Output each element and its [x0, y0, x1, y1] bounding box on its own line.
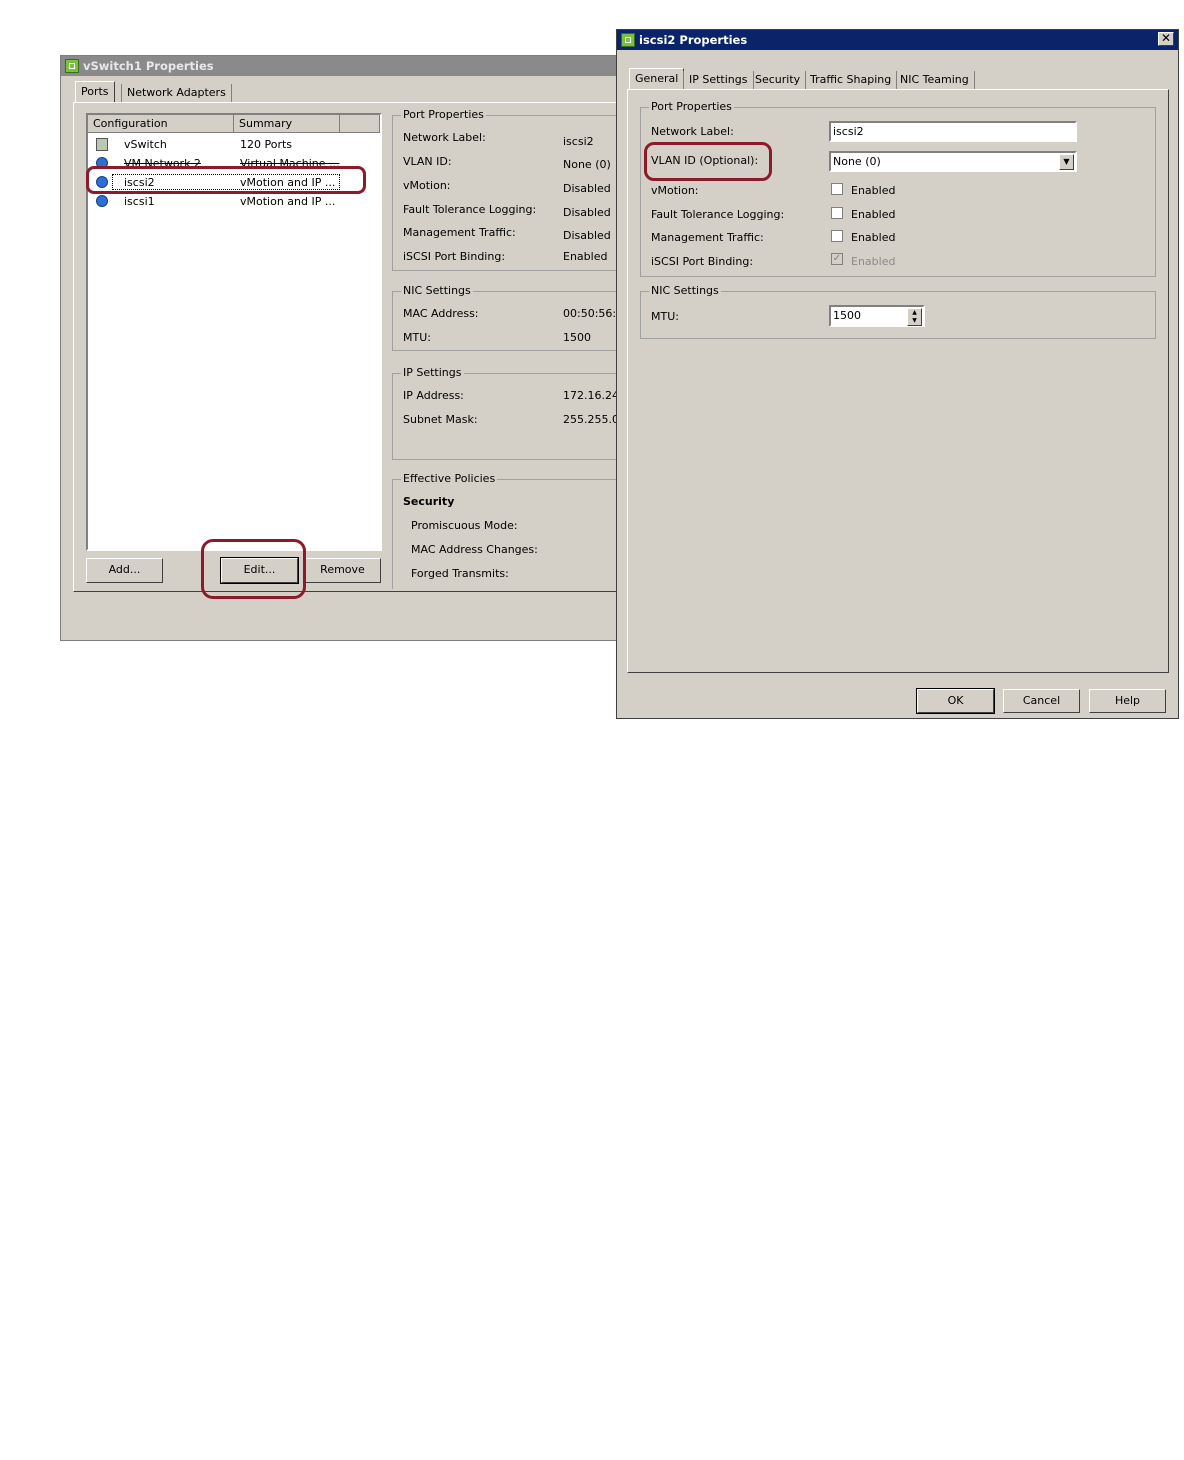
ip-settings-group: IP Settings IP Address: 172.16.24 Subnet… [392, 366, 632, 460]
nic-settings-group: NIC Settings MTU: 1500 ▲ ▼ [640, 284, 1156, 339]
add-port-button[interactable]: Add... [86, 558, 163, 583]
network-label-input[interactable]: iscsi2 [829, 121, 1077, 142]
effective-policies-group: Effective Policies Security Promiscuous … [392, 472, 632, 589]
vswitch-title-bar[interactable]: vSwitch1 Properties [61, 56, 619, 76]
management-traffic-checkbox[interactable] [831, 230, 843, 242]
highlight-vlan-id-label [644, 142, 772, 181]
vmotion-checkbox[interactable] [831, 183, 843, 195]
tab-traffic-shaping[interactable]: Traffic Shaping [805, 71, 898, 90]
list-item[interactable]: vSwitch 120 Ports [88, 135, 380, 154]
column-header-spacer [340, 115, 380, 133]
highlight-selected-port [86, 166, 366, 194]
iscsi2-dialog-title: iscsi2 Properties [639, 33, 748, 47]
chevron-down-icon[interactable]: ▼ [1059, 154, 1074, 170]
iscsi-port-binding-checkbox: ✓ [831, 253, 843, 265]
nic-settings-group: NIC Settings MAC Address: 00:50:56:( MTU… [392, 284, 632, 351]
vsphere-app-icon [65, 59, 79, 73]
tab-ports[interactable]: Ports [75, 81, 115, 103]
vswitch-window-title: vSwitch1 Properties [83, 59, 214, 73]
remove-port-button[interactable]: Remove [304, 558, 381, 583]
tab-network-adapters[interactable]: Network Adapters [121, 84, 232, 103]
port-properties-group: Port Properties Network Label: iscsi2 VL… [640, 100, 1156, 277]
vsphere-app-icon [621, 33, 635, 47]
column-header-configuration[interactable]: Configuration [88, 115, 234, 133]
ok-button[interactable]: OK [916, 688, 995, 714]
iscsi2-title-bar[interactable]: iscsi2 Properties ✕ [617, 30, 1178, 50]
tab-general[interactable]: General [629, 68, 685, 90]
close-icon[interactable]: ✕ [1158, 32, 1174, 46]
highlight-edit-button [201, 539, 306, 599]
tab-nic-teaming[interactable]: NIC Teaming [895, 71, 975, 90]
spinner-arrows-icon[interactable]: ▲ ▼ [907, 308, 922, 326]
list-item[interactable]: iscsi1 vMotion and IP ... [88, 192, 380, 211]
column-header-summary[interactable]: Summary [234, 115, 340, 133]
port-properties-group: Port Properties Network Label: iscsi2 VL… [392, 108, 632, 271]
cancel-button[interactable]: Cancel [1003, 689, 1080, 713]
ft-logging-checkbox[interactable] [831, 207, 843, 219]
tab-security[interactable]: Security [750, 71, 807, 90]
help-button[interactable]: Help [1089, 689, 1166, 713]
network-icon [96, 195, 108, 207]
switch-icon [96, 138, 108, 151]
tab-ip-settings[interactable]: IP Settings [683, 71, 754, 90]
security-section-heading: Security [403, 495, 455, 508]
vswitch-properties-window: vSwitch1 Properties Ports Network Adapte… [60, 55, 632, 641]
vlan-id-select[interactable]: None (0) ▼ [829, 151, 1077, 172]
iscsi2-properties-dialog: iscsi2 Properties ✕ General IP Settings … [616, 29, 1179, 719]
mtu-stepper[interactable]: 1500 ▲ ▼ [829, 305, 925, 327]
